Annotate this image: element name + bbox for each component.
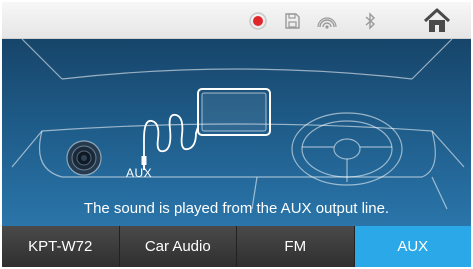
aux-message: The sound is played from the AUX output … bbox=[83, 200, 390, 217]
tab-fm[interactable]: FM bbox=[237, 226, 355, 267]
aux-info-panel: AUX The sound is played from the AUX out… bbox=[2, 39, 471, 226]
home-icon[interactable] bbox=[422, 7, 452, 35]
record-icon[interactable] bbox=[248, 11, 268, 31]
tab-car-audio[interactable]: Car Audio bbox=[119, 226, 237, 267]
tab-aux[interactable]: AUX bbox=[354, 226, 471, 267]
tab-kpt-w72[interactable]: KPT-W72 bbox=[2, 226, 120, 267]
aux-port-label: AUX bbox=[126, 166, 153, 180]
screen: AUX The sound is played from the AUX out… bbox=[0, 0, 473, 269]
source-tab-bar: KPT-W72 Car Audio FM AUX bbox=[2, 226, 471, 267]
cast-icon[interactable] bbox=[317, 11, 337, 31]
save-icon[interactable] bbox=[282, 11, 302, 31]
status-bar bbox=[2, 2, 471, 39]
car-dashboard-illustration bbox=[11, 39, 465, 210]
bluetooth-icon[interactable] bbox=[360, 11, 380, 31]
